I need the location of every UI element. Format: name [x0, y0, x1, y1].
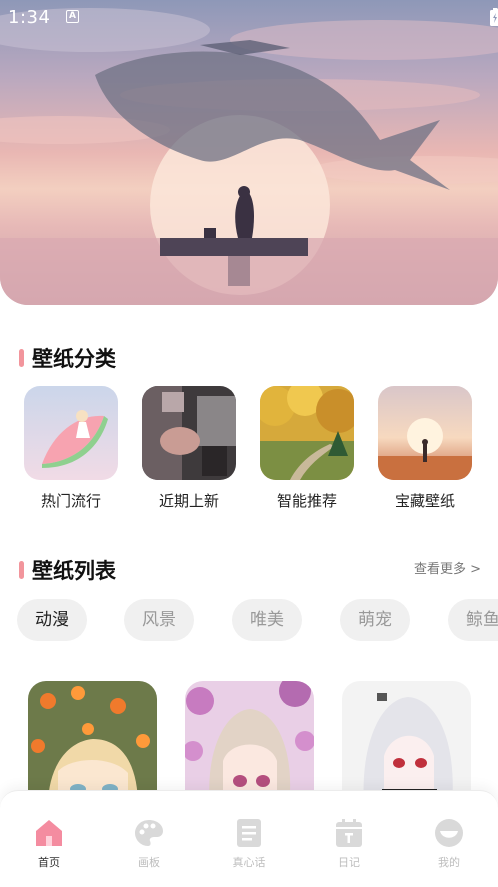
nav-label-home: 首页 [38, 856, 60, 869]
category-section-header: 壁纸分类 [19, 343, 116, 373]
category-list: 热门流行 近期上新 智能推荐 宝藏壁纸 [0, 386, 498, 516]
wallpaper-card[interactable] [342, 681, 471, 806]
battery-icon [490, 8, 498, 26]
tag-scenery[interactable]: 风景 [124, 599, 194, 641]
nav-item-profile[interactable]: 我的 [414, 819, 484, 870]
category-label: 智能推荐 [276, 492, 337, 510]
document-icon [237, 819, 261, 847]
nav-label-palette: 画板 [138, 856, 160, 869]
sunset-girl-image [378, 386, 472, 480]
autumn-forest-image [260, 386, 354, 480]
room-image [142, 386, 236, 480]
calendar-icon [336, 819, 362, 847]
palette-icon [135, 820, 163, 846]
nav-item-diary[interactable]: 日记 [314, 819, 384, 870]
hero-banner[interactable]: 1:34 A [0, 0, 498, 305]
list-section-header: 壁纸列表 [19, 555, 116, 585]
whale-banner-image [0, 8, 498, 305]
nav-item-palette[interactable]: 画板 [114, 819, 184, 870]
category-item-treasure[interactable]: 宝藏壁纸 [377, 386, 473, 511]
list-section-title: 壁纸列表 [32, 559, 116, 583]
wallpaper-card[interactable] [185, 681, 314, 806]
accent-bar [19, 561, 24, 579]
view-more-link[interactable]: 查看更多 > [414, 558, 481, 577]
accent-bar [19, 349, 24, 367]
tag-aesthetic[interactable]: 唯美 [232, 599, 302, 641]
nav-label-truth: 真心话 [232, 856, 266, 869]
status-time: 1:34 [8, 7, 51, 28]
bottom-nav: 首页 画板 真心话 日记 我的 [0, 790, 498, 887]
wallpaper-card[interactable] [28, 681, 157, 806]
category-label: 宝藏壁纸 [394, 492, 455, 510]
nav-label-profile: 我的 [438, 856, 460, 869]
category-item-hot[interactable]: 热门流行 [23, 386, 119, 511]
nav-item-truth[interactable]: 真心话 [214, 819, 284, 870]
nav-item-home[interactable]: 首页 [14, 819, 84, 870]
tag-pets[interactable]: 萌宠 [340, 599, 410, 641]
home-icon [36, 820, 62, 846]
wallpaper-image-flower-girl [185, 681, 314, 806]
tag-anime[interactable]: 动漫 [17, 599, 87, 641]
wallpaper-image-white-hair-girl [342, 681, 471, 806]
watermelon-image [24, 386, 118, 480]
category-label: 热门流行 [40, 492, 101, 510]
category-item-recommend[interactable]: 智能推荐 [259, 386, 355, 511]
profile-icon [435, 819, 463, 847]
category-label: 近期上新 [158, 492, 219, 510]
status-bar: 1:34 A [0, 0, 498, 36]
notification-icon: A [66, 10, 79, 23]
tag-whale[interactable]: 鲸鱼 [448, 599, 498, 641]
category-item-new[interactable]: 近期上新 [141, 386, 237, 511]
wallpaper-image-orange-flowers [28, 681, 157, 806]
nav-label-diary: 日记 [338, 856, 360, 869]
category-section-title: 壁纸分类 [32, 347, 116, 371]
